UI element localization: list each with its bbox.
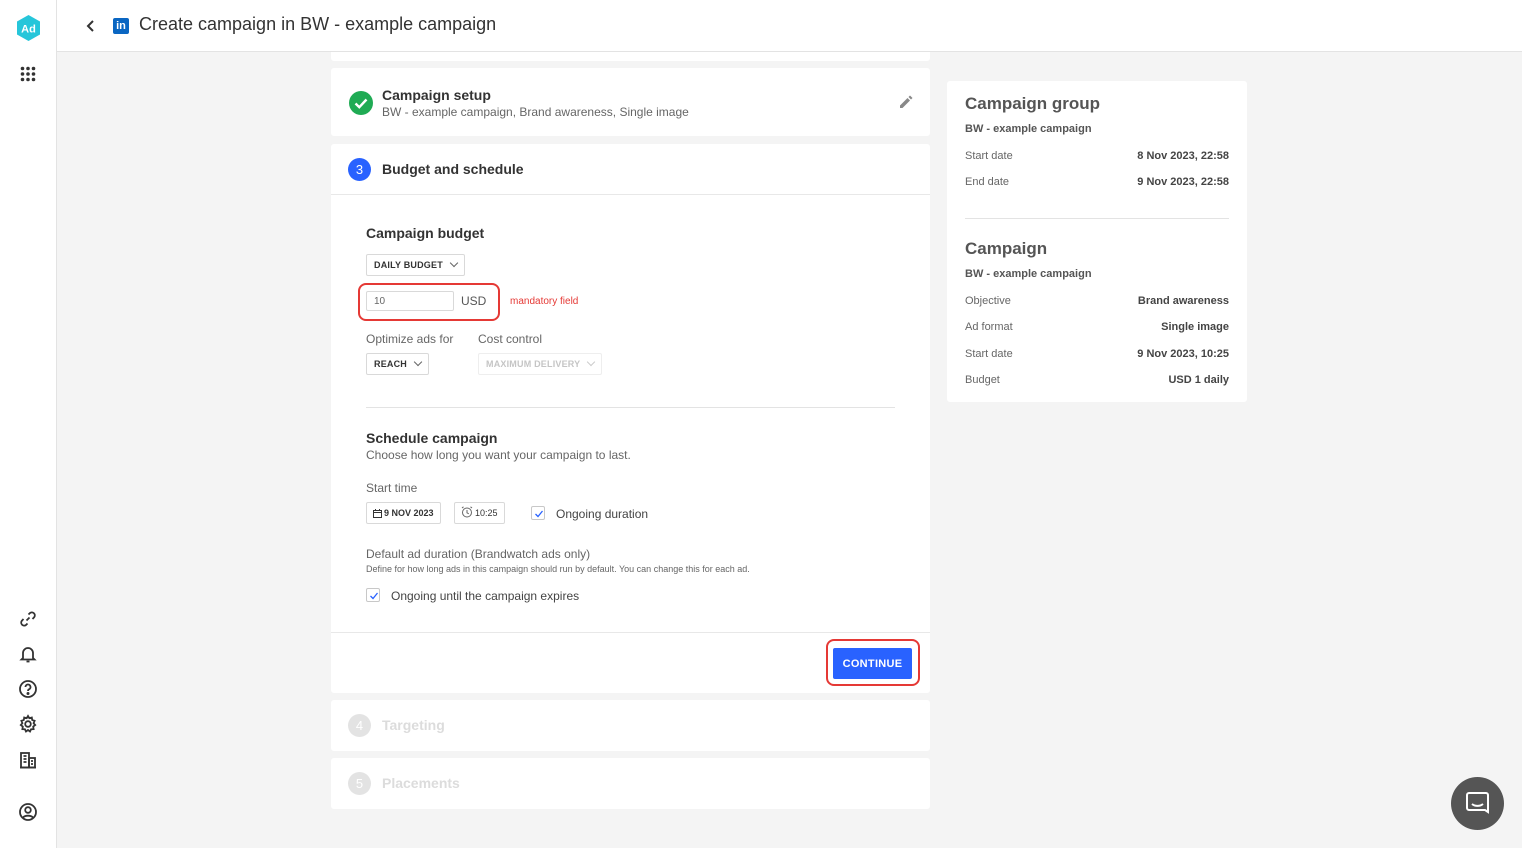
summary-key: End date xyxy=(965,176,1010,188)
continue-button[interactable]: CONTINUE xyxy=(833,648,912,679)
step-budget-and-schedule: 3 Budget and schedule Campaign budget DA… xyxy=(331,144,930,693)
budget-type-dropdown[interactable]: DAILY BUDGET xyxy=(366,254,465,276)
summary-key: Budget xyxy=(965,374,1000,386)
summary-divider xyxy=(965,218,1229,219)
step-title: Targeting xyxy=(382,717,445,733)
schedule-heading: Schedule campaign xyxy=(366,430,498,446)
step-number-badge: 5 xyxy=(348,772,371,795)
budget-amount-input[interactable] xyxy=(366,291,454,311)
default-duration-label: Default ad duration (Brandwatch ads only… xyxy=(366,547,591,561)
summary-value: Single image xyxy=(1161,321,1229,333)
campaign-group-name: BW - example campaign xyxy=(965,123,1092,135)
currency-label: USD xyxy=(461,294,487,308)
page-header: in Create campaign in BW - example campa… xyxy=(57,0,1522,52)
bell-icon[interactable] xyxy=(18,644,38,664)
cost-control-label: Cost control xyxy=(478,332,543,346)
left-rail: Ad xyxy=(0,0,57,848)
start-time-label: Start time xyxy=(366,481,418,495)
campaign-heading: Campaign xyxy=(965,239,1048,258)
summary-value: Brand awareness xyxy=(1137,295,1229,307)
ongoing-duration-label: Ongoing duration xyxy=(556,507,649,521)
mandatory-field-error: mandatory field xyxy=(510,296,579,307)
checkmark-icon xyxy=(370,592,379,600)
summary-value: 8 Nov 2023, 22:58 xyxy=(1137,150,1229,162)
section-divider xyxy=(366,407,895,408)
optimize-label: Optimize ads for xyxy=(366,332,454,346)
previous-step-card-edge xyxy=(331,52,930,61)
schedule-subtitle: Choose how long you want your campaign t… xyxy=(366,448,631,462)
campaign-budget-heading: Campaign budget xyxy=(366,225,485,241)
link-icon[interactable] xyxy=(18,609,38,629)
start-date-picker[interactable]: 9 NOV 2023 xyxy=(366,502,441,524)
edit-pencil-icon[interactable] xyxy=(899,95,913,109)
ongoing-until-expires-label: Ongoing until the campaign expires xyxy=(391,589,580,603)
chevron-down-icon xyxy=(587,357,596,367)
default-duration-help: Define for how long ads in this campaign… xyxy=(366,564,750,574)
step-summary: BW - example campaign, Brand awareness, … xyxy=(382,105,689,119)
step-placements: 5 Placements xyxy=(331,758,930,809)
calendar-icon xyxy=(373,509,382,518)
alarm-clock-icon xyxy=(461,506,473,518)
logo-text: Ad xyxy=(21,24,36,36)
cost-control-dropdown: MAXIMUM DELIVERY xyxy=(478,353,603,375)
chevron-down-icon xyxy=(449,258,459,268)
linkedin-icon: in xyxy=(113,18,129,34)
summary-key: Objective xyxy=(965,295,1011,307)
back-arrow-icon[interactable] xyxy=(83,17,99,35)
campaign-summary-panel: Campaign group BW - example campaign Sta… xyxy=(947,81,1247,402)
start-date-value: 9 NOV 2023 xyxy=(384,508,434,518)
ongoing-until-expires-checkbox[interactable] xyxy=(366,588,380,602)
campaign-name: BW - example campaign xyxy=(965,268,1092,280)
start-time-value: 10:25 xyxy=(475,508,498,518)
step-targeting: 4 Targeting xyxy=(331,700,930,751)
step-title: Campaign setup xyxy=(382,87,491,103)
step-number-badge: 3 xyxy=(348,158,371,181)
chat-icon xyxy=(1466,792,1489,814)
campaign-group-heading: Campaign group xyxy=(965,94,1101,113)
chevron-down-icon xyxy=(413,357,423,367)
step-title: Budget and schedule xyxy=(382,161,524,177)
summary-key: Start date xyxy=(965,150,1013,162)
budget-type-value: DAILY BUDGET xyxy=(374,260,443,270)
optimize-dropdown[interactable]: REACH xyxy=(366,353,430,375)
step-number-badge: 4 xyxy=(348,714,371,737)
optimize-value: REACH xyxy=(374,359,408,369)
user-account-icon[interactable] xyxy=(18,802,38,822)
ongoing-duration-checkbox[interactable] xyxy=(531,506,545,520)
step-title: Placements xyxy=(382,775,460,791)
help-icon[interactable] xyxy=(18,679,38,699)
step-header: 3 Budget and schedule xyxy=(331,144,930,195)
checkmark-icon xyxy=(535,510,544,518)
page-title: Create campaign in BW - example campaign xyxy=(139,14,497,34)
apps-grid-icon[interactable] xyxy=(20,66,36,82)
check-circle-icon xyxy=(349,91,373,115)
step-campaign-setup: Campaign setup BW - example campaign, Br… xyxy=(331,68,930,136)
summary-value: 9 Nov 2023, 10:25 xyxy=(1137,348,1229,360)
cost-control-value: MAXIMUM DELIVERY xyxy=(486,359,581,369)
start-time-picker[interactable]: 10:25 xyxy=(454,502,505,524)
summary-value: 9 Nov 2023, 22:58 xyxy=(1137,176,1229,188)
summary-key: Ad format xyxy=(965,321,1013,333)
chat-launcher-button[interactable] xyxy=(1451,777,1504,830)
summary-key: Start date xyxy=(965,348,1013,360)
ad-logo-icon[interactable]: Ad xyxy=(17,15,40,41)
building-icon[interactable] xyxy=(18,750,38,770)
settings-gear-icon[interactable] xyxy=(18,714,38,734)
summary-value: USD 1 daily xyxy=(1168,374,1229,386)
